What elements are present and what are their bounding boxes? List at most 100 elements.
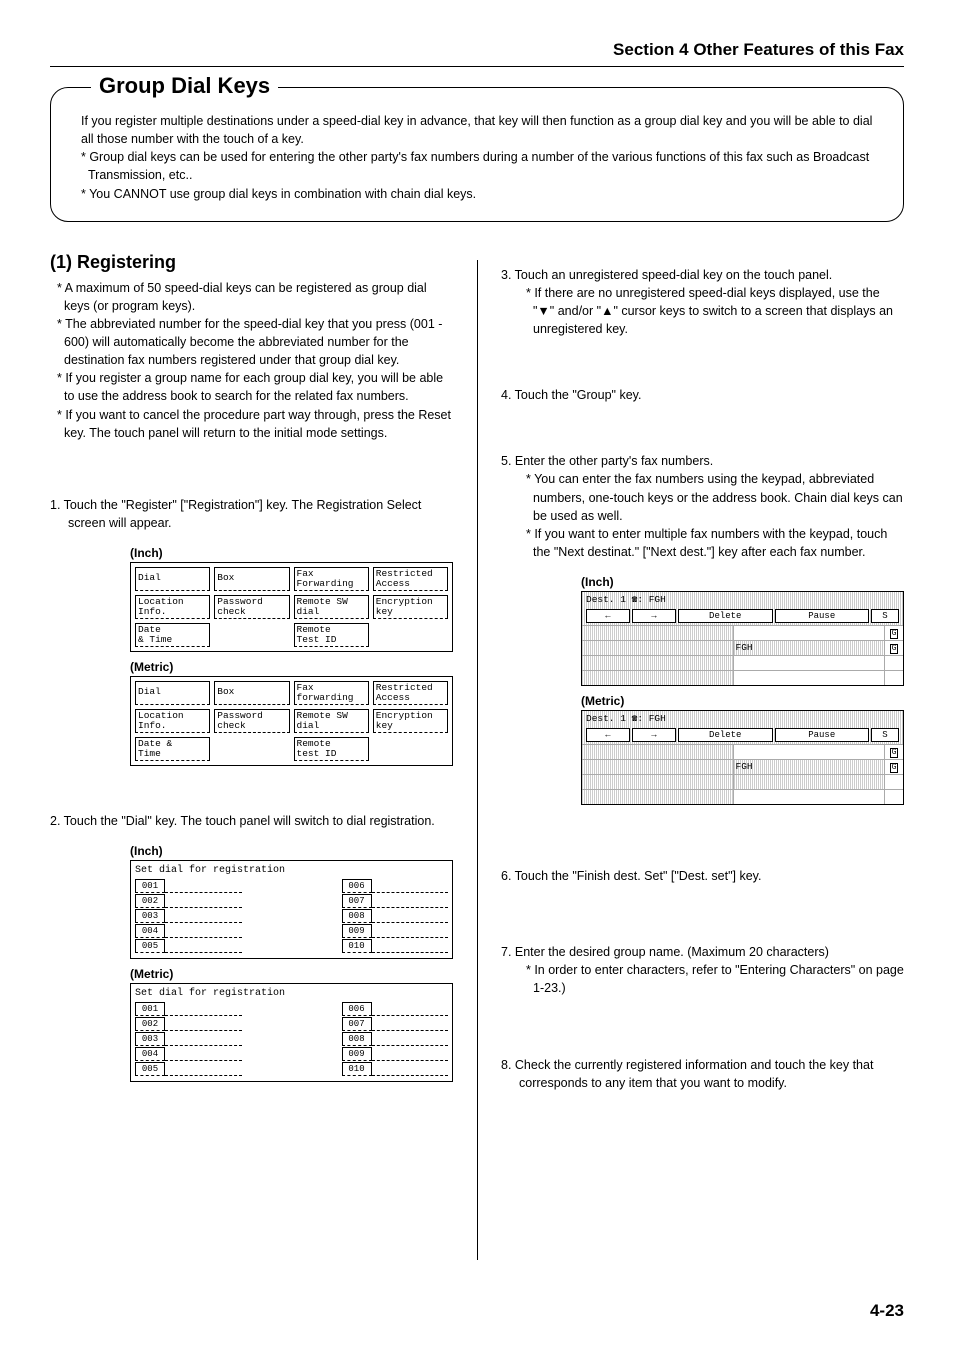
reg-note-3: * If you register a group name for each … — [50, 369, 453, 405]
step-6: 6. Touch the "Finish dest. Set" ["Dest. … — [501, 867, 904, 885]
dial-004[interactable]: 004 — [135, 924, 165, 938]
right-column: 3. Touch an unregistered speed-dial key … — [501, 252, 904, 1206]
right-arrow-button-m[interactable]: → — [632, 728, 676, 742]
column-divider — [477, 260, 478, 1260]
dial-007-m[interactable]: 007 — [342, 1017, 372, 1031]
step-5-note-1: * You can enter the fax numbers using th… — [519, 470, 904, 524]
panel-btn-dial[interactable]: Dial — [135, 567, 210, 591]
dial-004-m[interactable]: 004 — [135, 1047, 165, 1061]
dial-008-m[interactable]: 008 — [342, 1032, 372, 1046]
panel-btn-remote-test-id[interactable]: RemoteTest ID — [294, 623, 369, 647]
callout-note-2: * You CANNOT use group dial keys in comb… — [81, 185, 873, 203]
dial-005[interactable]: 005 — [135, 939, 165, 953]
panel-btn-location-info-m[interactable]: LocationInfo. — [135, 709, 210, 733]
pause-button[interactable]: Pause — [775, 609, 870, 623]
dest-panel-metric: Dest. 1 ☎: FGH ← → Delete Pause S G FGH G — [581, 710, 904, 805]
dest-header-m: Dest. 1 ☎: FGH — [582, 711, 903, 726]
pause-button-m[interactable]: Pause — [775, 728, 870, 742]
step-4: 4. Touch the "Group" key. — [501, 386, 904, 404]
dial-005-m[interactable]: 005 — [135, 1062, 165, 1076]
dest-header: Dest. 1 ☎: FGH — [582, 592, 903, 607]
step-7: 7. Enter the desired group name. (Maximu… — [501, 943, 904, 997]
dial-reg-title: Set dial for registration — [135, 865, 448, 876]
dial-010[interactable]: 010 — [342, 939, 372, 953]
panel-btn-remote-test-id-m[interactable]: Remotetest ID — [294, 737, 369, 761]
callout-note-1: * Group dial keys can be used for enteri… — [81, 148, 873, 184]
panel-btn-restricted-access[interactable]: RestrictedAccess — [373, 567, 448, 591]
dial-003[interactable]: 003 — [135, 909, 165, 923]
step-3: 3. Touch an unregistered speed-dial key … — [501, 266, 904, 339]
g-icon: G — [890, 629, 899, 639]
callout-title: Group Dial Keys — [91, 73, 278, 99]
step-5-note-2: * If you want to enter multiple fax numb… — [519, 525, 904, 561]
panel-btn-box-m[interactable]: Box — [214, 681, 289, 705]
panel-btn-password-check-m[interactable]: Passwordcheck — [214, 709, 289, 733]
step-1: 1. Touch the "Register" ["Registration"]… — [50, 496, 453, 532]
delete-button[interactable]: Delete — [678, 609, 773, 623]
fig-label-inch-3: (Inch) — [581, 575, 904, 589]
right-arrow-button[interactable]: → — [632, 609, 676, 623]
s-button[interactable]: S — [871, 609, 899, 623]
dial-001[interactable]: 001 — [135, 879, 165, 893]
panel-btn-fax-forwarding[interactable]: FaxForwarding — [294, 567, 369, 591]
dial-002-m[interactable]: 002 — [135, 1017, 165, 1031]
g-icon: G — [890, 644, 899, 654]
dial-002[interactable]: 002 — [135, 894, 165, 908]
panel-btn-remote-sw-dial-m[interactable]: Remote SWdial — [294, 709, 369, 733]
panel-btn-encryption-key[interactable]: Encryptionkey — [373, 595, 448, 619]
panel-btn-dial-m[interactable]: Dial — [135, 681, 210, 705]
step-7-text: 7. Enter the desired group name. (Maximu… — [501, 945, 829, 959]
left-arrow-button-m[interactable]: ← — [586, 728, 630, 742]
panel-btn-location-info[interactable]: LocationInfo. — [135, 595, 210, 619]
dial-009-m[interactable]: 009 — [342, 1047, 372, 1061]
dest-row-fgh: FGH — [734, 641, 886, 655]
g-icon: G — [890, 763, 899, 773]
fig-label-metric-1: (Metric) — [130, 660, 453, 674]
registering-heading: (1) Registering — [50, 252, 453, 273]
g-icon: G — [890, 748, 899, 758]
fig-label-metric-2: (Metric) — [130, 967, 453, 981]
left-column: (1) Registering * A maximum of 50 speed-… — [50, 252, 453, 1206]
panel-btn-password-check[interactable]: Passwordcheck — [214, 595, 289, 619]
panel-btn-encryption-key-m[interactable]: Encryptionkey — [373, 709, 448, 733]
callout-intro: If you register multiple destinations un… — [81, 114, 872, 146]
step-5: 5. Enter the other party's fax numbers. … — [501, 452, 904, 561]
fig-label-metric-3: (Metric) — [581, 694, 904, 708]
step-5-text: 5. Enter the other party's fax numbers. — [501, 454, 713, 468]
fig-label-inch-1: (Inch) — [130, 546, 453, 560]
dial-010-m[interactable]: 010 — [342, 1062, 372, 1076]
dial-reg-panel-metric: Set dial for registration 001 002 003 00… — [130, 983, 453, 1082]
panel-btn-restricted-access-m[interactable]: RestrictedAccess — [373, 681, 448, 705]
panel-btn-date-time[interactable]: Date& Time — [135, 623, 210, 647]
s-button-m[interactable]: S — [871, 728, 899, 742]
register-panel-metric: Dial Box Faxforwarding RestrictedAccess … — [130, 676, 453, 766]
dial-001-m[interactable]: 001 — [135, 1002, 165, 1016]
dial-reg-panel-inch: Set dial for registration 001 002 003 00… — [130, 860, 453, 959]
left-arrow-button[interactable]: ← — [586, 609, 630, 623]
dial-007[interactable]: 007 — [342, 894, 372, 908]
dial-009[interactable]: 009 — [342, 924, 372, 938]
dial-006[interactable]: 006 — [342, 879, 372, 893]
reg-note-2: * The abbreviated number for the speed-d… — [50, 315, 453, 369]
step-2: 2. Touch the "Dial" key. The touch panel… — [50, 812, 453, 830]
panel-btn-box[interactable]: Box — [214, 567, 289, 591]
step-8: 8. Check the currently registered inform… — [501, 1056, 904, 1092]
callout-box: Group Dial Keys If you register multiple… — [50, 87, 904, 222]
reg-note-4: * If you want to cancel the procedure pa… — [50, 406, 453, 442]
panel-btn-date-time-m[interactable]: Date &Time — [135, 737, 210, 761]
panel-btn-fax-forwarding-m[interactable]: Faxforwarding — [294, 681, 369, 705]
reg-note-1: * A maximum of 50 speed-dial keys can be… — [50, 279, 453, 315]
step-7-note: * In order to enter characters, refer to… — [519, 961, 904, 997]
dest-panel-inch: Dest. 1 ☎: FGH ← → Delete Pause S G FGH G — [581, 591, 904, 686]
dial-008[interactable]: 008 — [342, 909, 372, 923]
dial-003-m[interactable]: 003 — [135, 1032, 165, 1046]
step-3-note: * If there are no unregistered speed-dia… — [519, 284, 904, 338]
fig-label-inch-2: (Inch) — [130, 844, 453, 858]
page-number: 4-23 — [870, 1301, 904, 1321]
register-panel-inch: Dial Box FaxForwarding RestrictedAccess … — [130, 562, 453, 652]
delete-button-m[interactable]: Delete — [678, 728, 773, 742]
dial-006-m[interactable]: 006 — [342, 1002, 372, 1016]
panel-btn-remote-sw-dial[interactable]: Remote SWdial — [294, 595, 369, 619]
dest-row-fgh-m: FGH — [734, 760, 886, 774]
dial-reg-title-m: Set dial for registration — [135, 988, 448, 999]
